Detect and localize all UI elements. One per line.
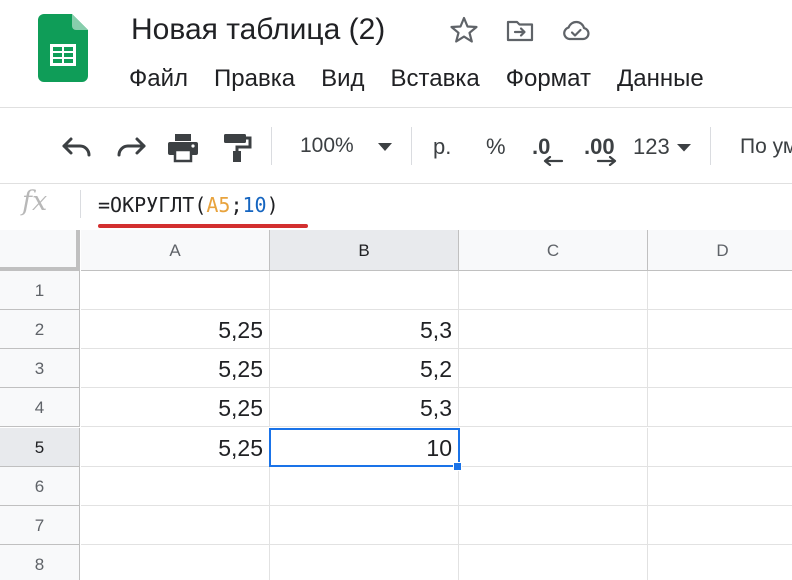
increase-decimals-button[interactable]: .00 [584, 128, 624, 168]
cell-c4[interactable] [459, 388, 648, 427]
cell-c1[interactable] [459, 271, 648, 310]
cell-c8[interactable] [459, 545, 648, 580]
column-header-a[interactable]: A [81, 230, 270, 271]
cell-d5[interactable] [648, 428, 792, 467]
select-all-corner[interactable] [0, 230, 80, 271]
cell-d8[interactable] [648, 545, 792, 580]
cell-b4[interactable]: 5,3 [270, 388, 459, 427]
row-header-8[interactable]: 8 [0, 545, 80, 580]
cell-a7[interactable] [81, 506, 270, 545]
cell-a8[interactable] [81, 545, 270, 580]
menu-view[interactable]: Вид [308, 62, 377, 96]
formula-bar-separator [80, 190, 81, 218]
more-formats-button[interactable]: 123 [633, 132, 670, 162]
percent-format-button[interactable]: % [486, 132, 506, 162]
cell-a2[interactable]: 5,25 [81, 310, 270, 349]
row-header-7[interactable]: 7 [0, 506, 80, 545]
toolbar-separator [710, 127, 711, 165]
cell-d2[interactable] [648, 310, 792, 349]
formula-cell-reference: A5 [206, 193, 231, 217]
cell-c5[interactable] [459, 428, 648, 467]
formula-function: =ОКРУГЛТ( [98, 193, 207, 217]
formula-closing-paren: ) [266, 193, 279, 217]
cell-b5[interactable]: 10 [270, 428, 459, 467]
arrow-right-icon [596, 156, 617, 166]
zoom-select[interactable]: 100% [300, 131, 354, 161]
cell-a3[interactable]: 5,25 [81, 349, 270, 388]
row-header-2[interactable]: 2 [0, 310, 80, 349]
cell-c3[interactable] [459, 349, 648, 388]
row-header-3[interactable]: 3 [0, 349, 80, 388]
cell-c2[interactable] [459, 310, 648, 349]
undo-icon[interactable] [60, 133, 94, 161]
row-header-1[interactable]: 1 [0, 271, 80, 310]
formula-bar-divider [0, 183, 792, 184]
cell-b8[interactable] [270, 545, 459, 580]
row-header-6[interactable]: 6 [0, 467, 80, 506]
spreadsheet-grid: A B C D 1 2 5,25 5,3 3 5,25 5,2 4 5,25 5,3 5 5,25 10 6 7 8 [0, 230, 792, 580]
fx-icon: fx [22, 186, 48, 217]
row-header-4[interactable]: 4 [0, 388, 80, 427]
cell-d4[interactable] [648, 388, 792, 427]
cell-a1[interactable] [81, 271, 270, 310]
zoom-dropdown-icon[interactable] [376, 141, 394, 153]
menu-bar: Файл Правка Вид Вставка Формат Данные [116, 62, 717, 96]
font-family-select[interactable]: По ум [740, 132, 792, 162]
menu-edit[interactable]: Правка [201, 62, 308, 96]
toolbar-divider [0, 107, 792, 108]
redo-icon[interactable] [114, 133, 148, 161]
cell-d6[interactable] [648, 467, 792, 506]
cell-b2[interactable]: 5,3 [270, 310, 459, 349]
fill-handle[interactable] [453, 462, 462, 471]
formula-number-argument: 10 [242, 193, 267, 217]
decrease-decimals-button[interactable]: .0 [532, 128, 566, 168]
column-header-b[interactable]: B [270, 230, 459, 271]
cell-d7[interactable] [648, 506, 792, 545]
cell-a5[interactable]: 5,25 [81, 428, 270, 467]
cell-a6[interactable] [81, 467, 270, 506]
menu-insert[interactable]: Вставка [378, 62, 493, 96]
column-header-d[interactable]: D [648, 230, 792, 271]
column-header-c[interactable]: C [459, 230, 648, 271]
arrow-left-icon [543, 156, 564, 166]
menu-data[interactable]: Данные [604, 62, 717, 96]
formula-highlight-underline [98, 224, 308, 228]
cell-b1[interactable] [270, 271, 459, 310]
toolbar-separator [271, 127, 272, 165]
cell-d3[interactable] [648, 349, 792, 388]
formula-input[interactable]: =ОКРУГЛТ(A5;10) [98, 190, 279, 220]
currency-format-button[interactable]: р. [433, 132, 451, 162]
cell-a4[interactable]: 5,25 [81, 388, 270, 427]
star-icon[interactable] [449, 15, 479, 45]
cloud-saved-icon[interactable] [561, 15, 591, 45]
move-to-folder-icon[interactable] [505, 15, 535, 45]
formula-separator: ; [230, 193, 243, 217]
more-formats-dropdown-icon[interactable] [676, 142, 692, 153]
toolbar-separator [411, 127, 412, 165]
menu-file[interactable]: Файл [116, 62, 201, 96]
cell-b7[interactable] [270, 506, 459, 545]
cell-b3[interactable]: 5,2 [270, 349, 459, 388]
menu-format[interactable]: Формат [493, 62, 604, 96]
google-sheets-logo-icon[interactable] [38, 14, 88, 82]
cell-d1[interactable] [648, 271, 792, 310]
cell-b6[interactable] [270, 467, 459, 506]
paint-format-icon[interactable] [222, 131, 252, 163]
document-title[interactable]: Новая таблица (2) [131, 12, 385, 48]
cell-c6[interactable] [459, 467, 648, 506]
print-icon[interactable] [166, 131, 200, 163]
row-header-5[interactable]: 5 [0, 428, 80, 467]
cell-c7[interactable] [459, 506, 648, 545]
